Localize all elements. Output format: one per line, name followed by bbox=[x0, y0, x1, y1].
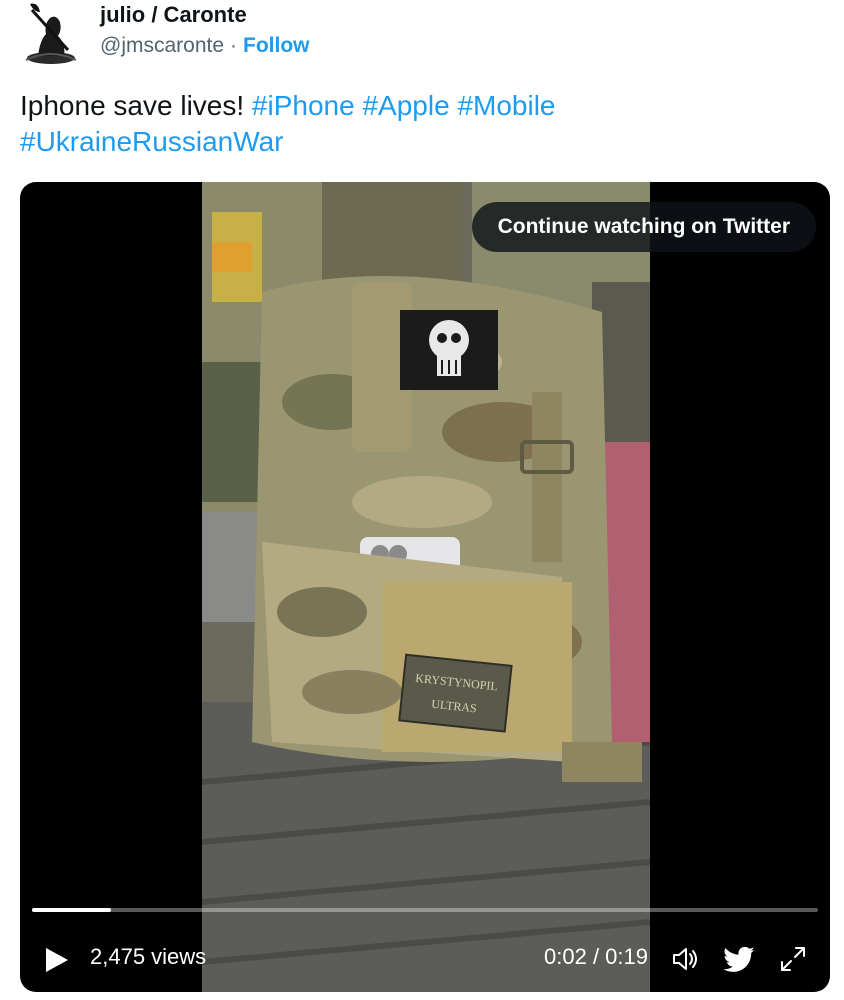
twitter-bird-icon[interactable] bbox=[722, 942, 756, 976]
video-progress-bar[interactable] bbox=[32, 908, 818, 912]
hashtag-mobile[interactable]: #Mobile bbox=[457, 90, 555, 121]
follow-button[interactable]: Follow bbox=[243, 34, 310, 57]
continue-watching-button[interactable]: Continue watching on Twitter bbox=[471, 202, 816, 252]
fullscreen-icon[interactable] bbox=[776, 942, 810, 976]
tweet-header: julio / Caronte @jmscaronte · Follow bbox=[14, 0, 830, 72]
video-progress-fill bbox=[32, 908, 111, 912]
author-name[interactable]: julio / Caronte bbox=[100, 2, 247, 28]
video-controls: 2,475 views 0:02 / 0:19 bbox=[20, 934, 830, 982]
tweet-body: Iphone save lives! bbox=[20, 90, 252, 121]
video-player[interactable]: KRYSTYNOPIL ULTRAS Continue watching on … bbox=[20, 182, 830, 992]
hashtag-iphone[interactable]: #iPhone bbox=[252, 90, 355, 121]
author-handle[interactable]: @jmscaronte bbox=[100, 34, 224, 57]
hashtag-ukraine-russian-war[interactable]: #UkraineRussianWar bbox=[20, 126, 284, 157]
author-handle-row: @jmscaronte · Follow bbox=[100, 34, 310, 58]
video-time: 0:02 / 0:19 bbox=[544, 944, 648, 969]
tweet-text: Iphone save lives! #iPhone #Apple #Mobil… bbox=[20, 88, 820, 160]
author-avatar[interactable] bbox=[20, 0, 82, 66]
video-frame[interactable]: KRYSTYNOPIL ULTRAS bbox=[202, 182, 650, 992]
separator-dot: · bbox=[230, 34, 238, 57]
caronte-avatar-icon bbox=[20, 0, 82, 66]
video-frame-image: KRYSTYNOPIL ULTRAS bbox=[202, 182, 650, 992]
hashtag-apple[interactable]: #Apple bbox=[362, 90, 449, 121]
volume-icon[interactable] bbox=[668, 942, 702, 976]
play-icon[interactable] bbox=[44, 946, 70, 974]
view-count: 2,475 views bbox=[90, 944, 207, 969]
